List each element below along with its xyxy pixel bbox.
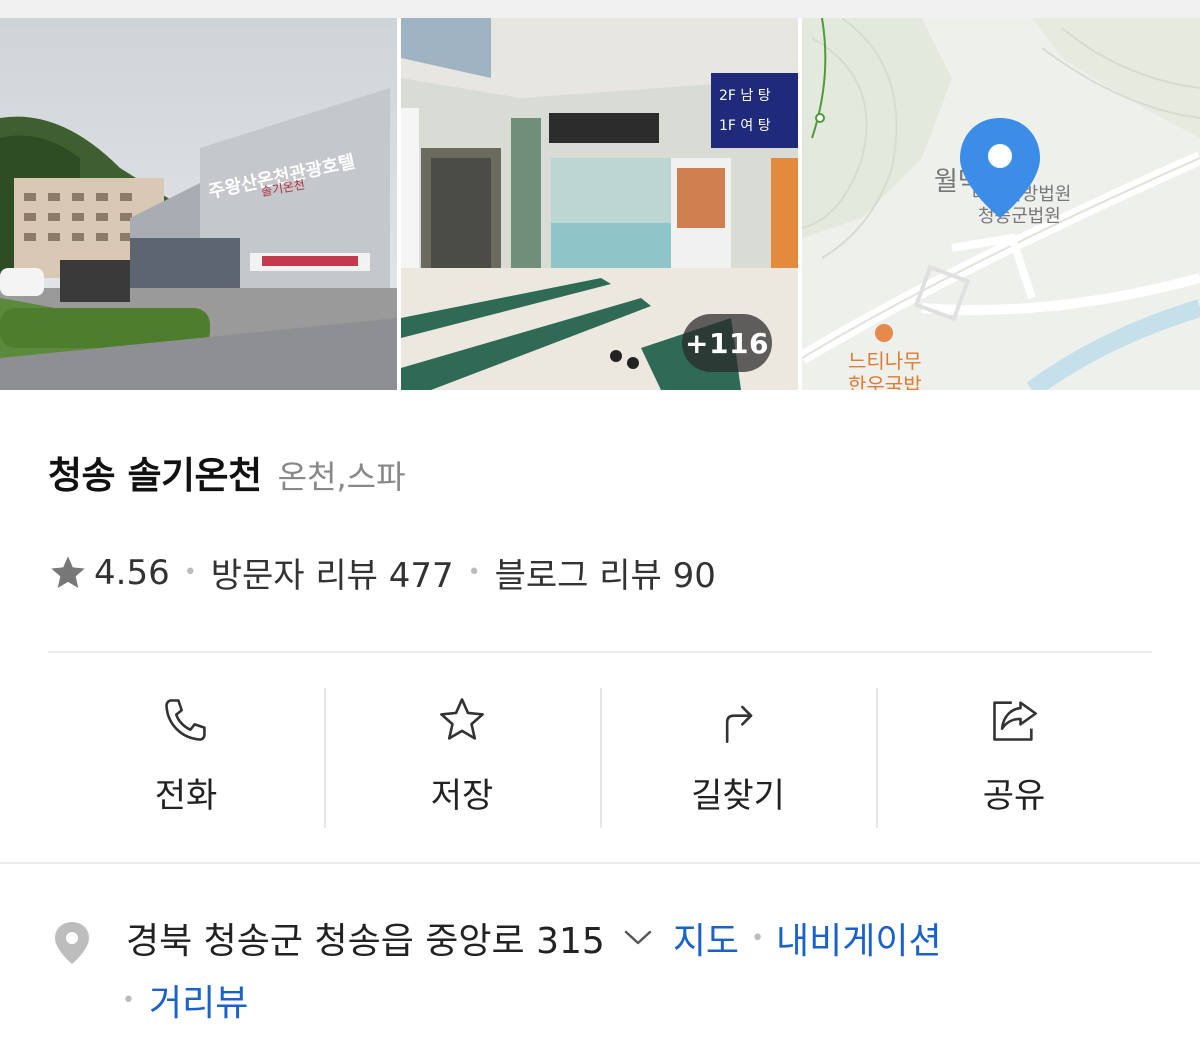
map-label-restaurant: 느티나무 <box>848 349 922 373</box>
rating-score: 4.56 <box>94 552 170 593</box>
action-bar: 전화 저장 길찾기 공유 <box>48 688 1152 828</box>
location-map-thumbnail[interactable]: 월막 대구지방법원 청송군법원 느티나무 한우국밥 <box>802 18 1200 390</box>
star-outline-icon <box>440 698 484 740</box>
share-button[interactable]: 공유 <box>876 688 1152 828</box>
call-label: 전화 <box>154 776 218 816</box>
separator-dot: • <box>467 560 481 585</box>
save-label: 저장 <box>430 776 494 816</box>
place-category: 온천,스파 <box>277 458 406 496</box>
lobby-interior-photo[interactable]: 2F 남 탕 1F 여 탕 +116 <box>401 18 798 390</box>
call-button[interactable]: 전화 <box>48 688 324 828</box>
separator-dot: • <box>122 987 135 1013</box>
address-line-2: • 거리뷰 <box>122 974 248 1026</box>
more-photos-badge[interactable]: +116 <box>682 314 772 372</box>
map-link[interactable]: 지도 <box>673 912 739 964</box>
section-divider-thick <box>0 862 1200 864</box>
directions-arrow-icon <box>725 705 753 743</box>
top-strip <box>0 0 1200 18</box>
address-text: 경북 청송군 청송읍 중앙로 315 <box>126 921 605 962</box>
directions-button[interactable]: 길찾기 <box>600 688 876 828</box>
place-name: 청송 솔기온천 <box>48 454 262 497</box>
phone-icon <box>165 699 206 741</box>
navigation-link[interactable]: 내비게이션 <box>776 912 942 964</box>
blog-reviews-link[interactable]: 블로그 리뷰 90 <box>495 548 716 597</box>
rating-row: 4.56 • 방문자 리뷰 477 • 블로그 리뷰 90 <box>48 548 716 597</box>
place-title-row: 청송 솔기온천 온천,스파 <box>48 445 406 499</box>
visitor-reviews-link[interactable]: 방문자 리뷰 477 <box>211 548 454 597</box>
section-divider <box>48 651 1152 653</box>
share-label: 공유 <box>982 776 1046 816</box>
street-view-link[interactable]: 거리뷰 <box>149 974 248 1026</box>
svg-text:2F 남 탕: 2F 남 탕 <box>719 88 771 104</box>
hotel-exterior-photo[interactable]: 주왕산온천관광호텔 솔기온천 <box>0 18 397 390</box>
directions-label: 길찾기 <box>691 776 785 816</box>
separator-dot: • <box>183 560 197 585</box>
map-label-restaurant-sub: 한우국밥 <box>848 373 922 390</box>
svg-text:1F 여 탕: 1F 여 탕 <box>719 118 771 134</box>
photo-gallery[interactable]: 주왕산온천관광호텔 솔기온천 2F 남 탕 1F 여 탕 +116 월막 청송군… <box>0 18 1200 390</box>
location-pin-icon <box>55 922 89 964</box>
save-button[interactable]: 저장 <box>324 688 600 828</box>
share-icon <box>993 701 1037 741</box>
chevron-down-icon[interactable] <box>623 928 653 948</box>
separator-dot: • <box>751 925 765 951</box>
star-filled-icon <box>51 555 85 588</box>
address-line: 경북 청송군 청송읍 중앙로 315 지도 • 내비게이션 <box>126 912 942 964</box>
